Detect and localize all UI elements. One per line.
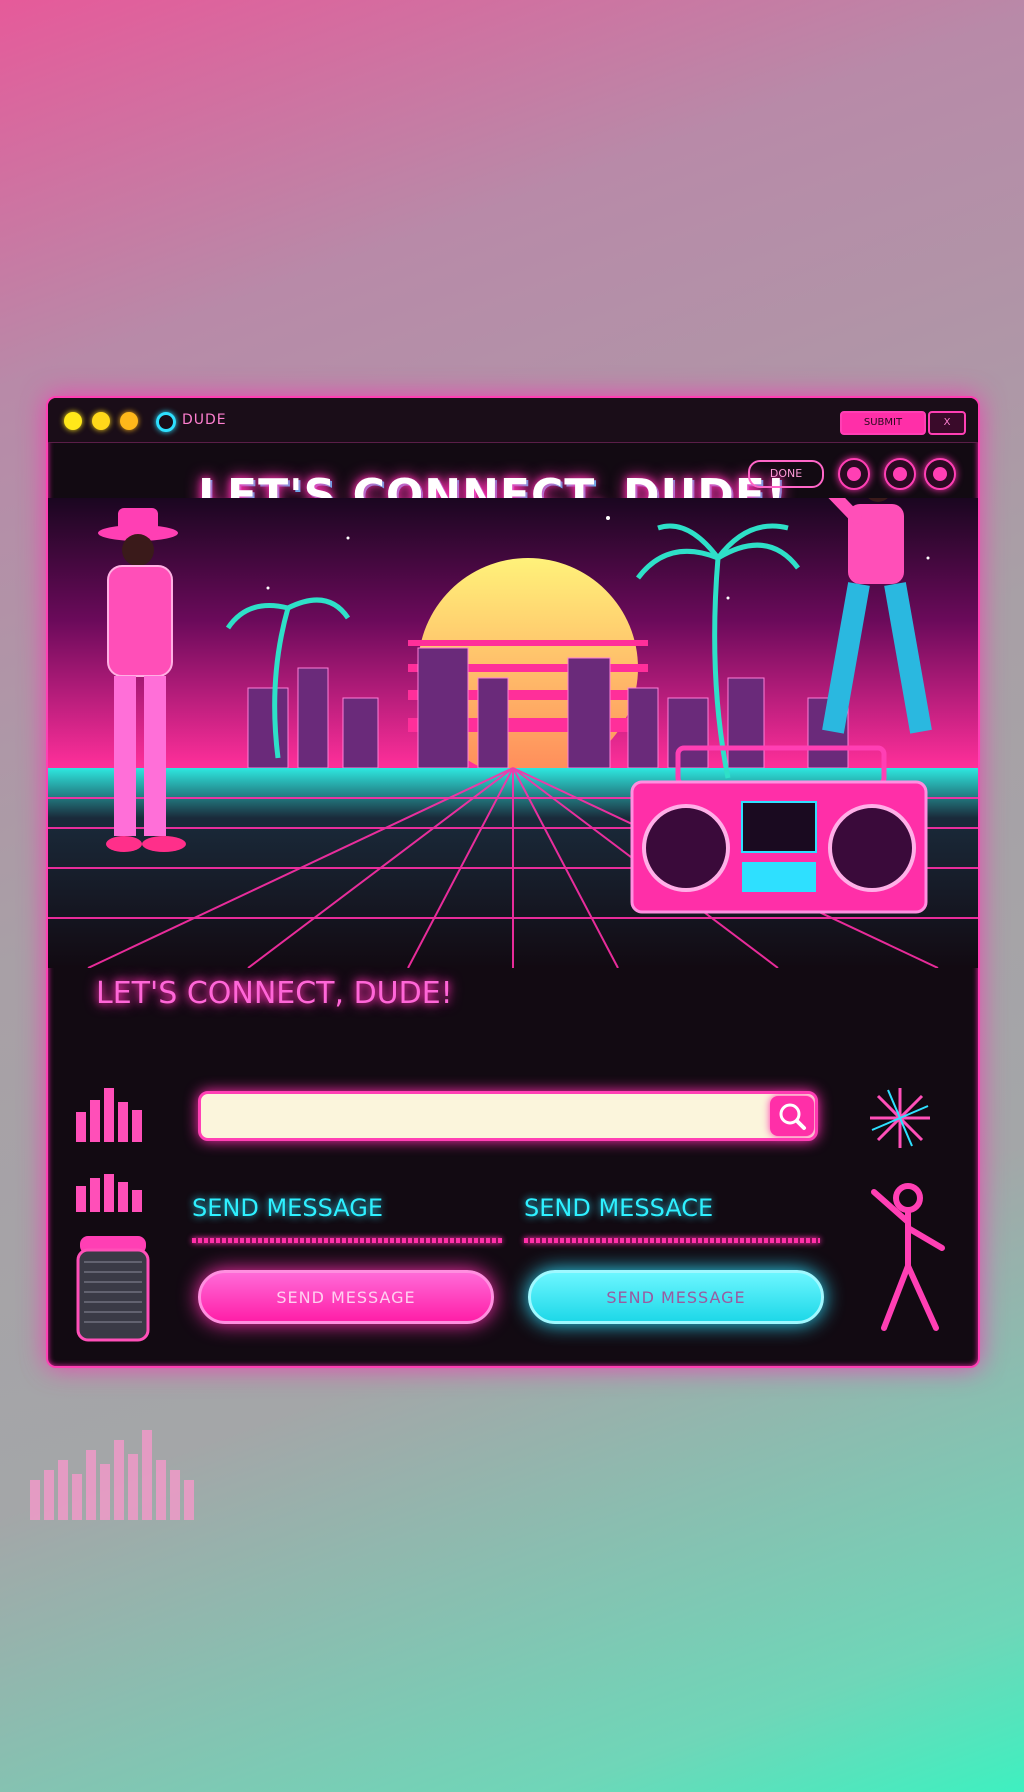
minimize-window-button[interactable] — [92, 412, 110, 430]
titlebar-submit-button[interactable]: SUBMIT — [840, 411, 926, 435]
play-button-icon[interactable] — [884, 458, 916, 490]
sparkle-icon — [870, 1088, 930, 1148]
app-name: DUDE — [182, 412, 227, 428]
sub-headline: LET'S CONNECT, DUDE! — [96, 976, 453, 1011]
titlebar-close-button[interactable]: X — [928, 411, 966, 435]
background-equalizer-icon — [30, 1430, 194, 1520]
stop-button-icon[interactable] — [924, 458, 956, 490]
search-button[interactable] — [770, 1096, 814, 1136]
search-input[interactable] — [198, 1091, 818, 1141]
hero-scene — [48, 498, 978, 968]
speaker-icon — [76, 1236, 150, 1342]
dancer-icon — [871, 1183, 945, 1331]
label-underline-2 — [524, 1238, 820, 1243]
send-message-button-pink[interactable]: SEND MESSAGE — [198, 1270, 494, 1324]
app-logo-icon — [156, 412, 176, 432]
equalizer-icon — [76, 1088, 142, 1142]
close-window-button[interactable] — [64, 412, 82, 430]
search-icon — [779, 1103, 806, 1130]
send-message-button-cyan[interactable]: SEND MESSAGE — [528, 1270, 824, 1324]
equalizer-icon-2 — [76, 1174, 142, 1212]
send-message-label-2: SEND MESSACE — [524, 1194, 714, 1222]
title-bar: DUDE SUBMIT X — [48, 398, 978, 443]
maximize-window-button[interactable] — [120, 412, 138, 430]
app-window: DUDE SUBMIT X LET'S CONNECT, DUDE! DONE — [46, 396, 980, 1368]
record-button-icon[interactable] — [838, 458, 870, 490]
send-message-label-1: SEND MESSAGE — [192, 1194, 384, 1222]
label-underline-1 — [192, 1238, 502, 1243]
done-pill-button[interactable]: DONE — [748, 460, 824, 488]
